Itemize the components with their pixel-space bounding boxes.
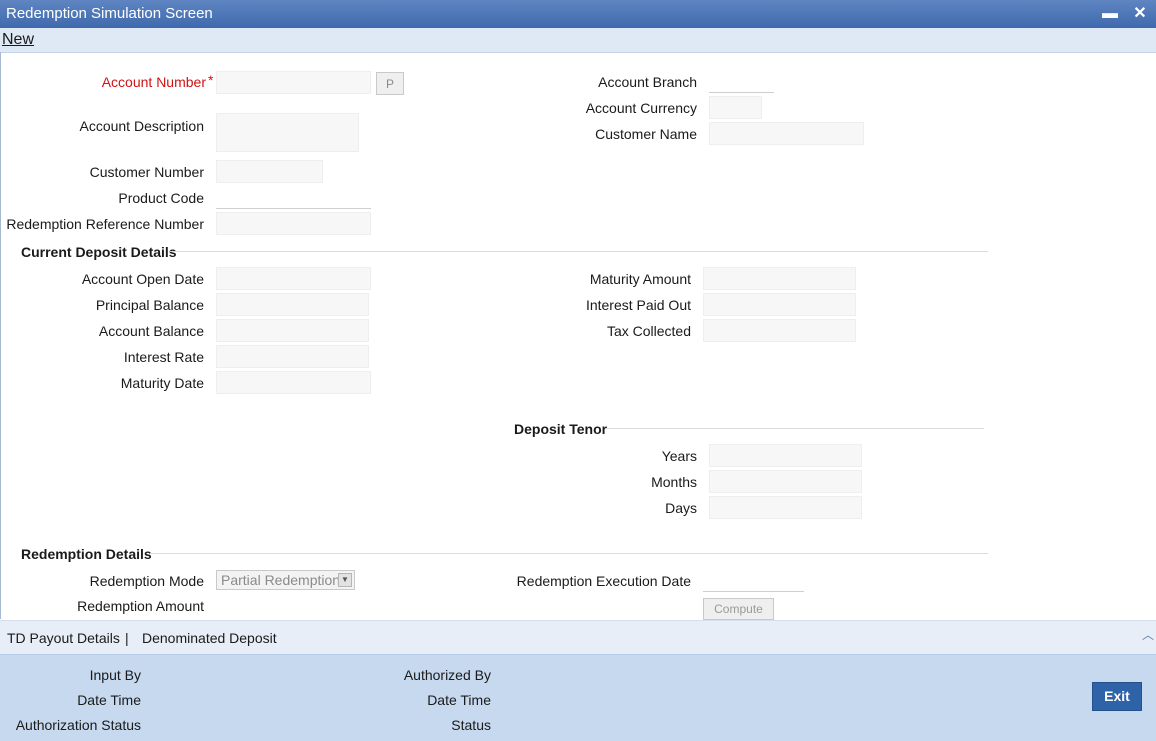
tax-collected-label: Tax Collected (606, 323, 691, 339)
days-label: Days (665, 500, 697, 516)
product-code-label: Product Code (118, 190, 204, 206)
account-number-label: Account Number (101, 74, 206, 90)
months-label: Months (651, 474, 697, 490)
customer-number-field[interactable] (216, 160, 323, 183)
collapse-icon[interactable]: ︿ (1142, 626, 1154, 643)
p-button[interactable]: P (376, 72, 404, 95)
required-marker: * (208, 72, 214, 88)
tab-td-payout-details[interactable]: TD Payout Details (7, 630, 120, 646)
principal-balance-label: Principal Balance (95, 297, 204, 313)
interest-paid-out-label: Interest Paid Out (585, 297, 691, 313)
window-title: Redemption Simulation Screen (6, 5, 213, 22)
maturity-amount-field[interactable] (703, 267, 856, 290)
account-balance-field[interactable] (216, 319, 369, 342)
menu-bar: New (0, 28, 1156, 53)
customer-number-label: Customer Number (89, 164, 204, 180)
account-open-date-field[interactable] (216, 267, 371, 290)
customer-name-field[interactable] (709, 122, 864, 145)
interest-paid-out-field[interactable] (703, 293, 856, 316)
redemption-details-heading: Redemption Details (21, 546, 152, 562)
redemption-execution-date-label: Redemption Execution Date (516, 573, 691, 589)
account-currency-field[interactable] (709, 96, 762, 119)
title-bar: Redemption Simulation Screen (0, 0, 1156, 28)
maturity-date-field[interactable] (216, 371, 371, 394)
account-balance-label: Account Balance (98, 323, 204, 339)
minimize-icon[interactable]: ▬ (1100, 4, 1120, 24)
customer-name-label: Customer Name (595, 126, 697, 142)
redemption-mode-label: Redemption Mode (89, 573, 204, 589)
years-field[interactable] (709, 444, 862, 467)
compute-button[interactable]: Compute (703, 598, 774, 620)
tax-collected-field[interactable] (703, 319, 856, 342)
section-divider (606, 428, 984, 429)
current-deposit-details-heading: Current Deposit Details (21, 244, 177, 260)
new-menu-item[interactable]: New (2, 31, 34, 49)
years-label: Years (661, 448, 697, 464)
redemption-mode-value: Partial Redemption (221, 572, 341, 588)
date-time-label: Date Time (427, 692, 491, 708)
account-description-field[interactable] (216, 113, 359, 152)
audit-footer (0, 654, 1156, 741)
account-open-date-label: Account Open Date (81, 271, 204, 287)
account-branch-label: Account Branch (598, 74, 697, 90)
principal-balance-field[interactable] (216, 293, 369, 316)
redemption-execution-date-field[interactable] (703, 569, 804, 592)
account-branch-field[interactable] (709, 70, 774, 93)
tab-denominated-deposit[interactable]: Denominated Deposit (142, 630, 277, 646)
redemption-reference-number-label: Redemption Reference Number (6, 216, 204, 232)
authorized-by-label: Authorized By (403, 667, 491, 683)
date-time-label: Date Time (77, 692, 141, 708)
maturity-date-label: Maturity Date (120, 375, 204, 391)
redemption-mode-select[interactable]: Partial Redemption ▼ (216, 570, 355, 590)
account-description-label: Account Description (79, 118, 204, 134)
section-divider (150, 553, 988, 554)
interest-rate-label: Interest Rate (123, 349, 204, 365)
product-code-field[interactable] (216, 186, 371, 209)
redemption-amount-label: Redemption Amount (77, 598, 204, 614)
deposit-tenor-heading: Deposit Tenor (514, 421, 608, 437)
account-number-input[interactable] (216, 71, 371, 94)
input-by-label: Input By (89, 667, 141, 683)
months-field[interactable] (709, 470, 862, 493)
account-currency-label: Account Currency (585, 100, 697, 116)
days-field[interactable] (709, 496, 862, 519)
authorization-status-label: Authorization Status (15, 717, 141, 733)
section-divider (170, 251, 988, 252)
redemption-reference-number-field[interactable] (216, 212, 371, 235)
status-label: Status (451, 717, 491, 733)
maturity-amount-label: Maturity Amount (589, 271, 691, 287)
exit-button[interactable]: Exit (1092, 682, 1142, 711)
chevron-down-icon[interactable]: ▼ (338, 573, 352, 587)
tab-separator: | (125, 630, 129, 646)
interest-rate-field[interactable] (216, 345, 369, 368)
close-icon[interactable]: ✕ (1130, 4, 1150, 24)
